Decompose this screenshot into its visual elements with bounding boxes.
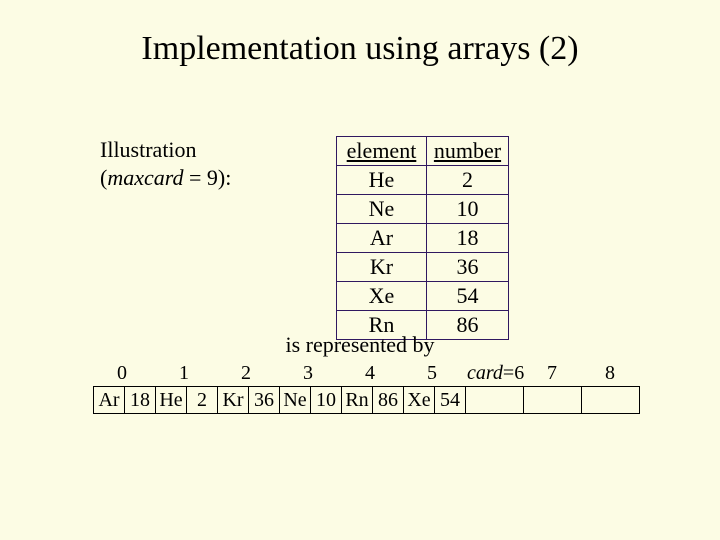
cell-number: 10 (427, 195, 509, 224)
array-diagram: 0 1 2 3 4 5 card=6 7 8 Ar18 He2 Kr36 Ne1… (93, 362, 640, 414)
cell-element: Ar (337, 224, 427, 253)
col-header-element: element (337, 137, 427, 166)
cell-el: Ar (94, 387, 125, 413)
array-cell: Rn86 (342, 387, 404, 413)
slide: Implementation using arrays (2) Illustra… (0, 0, 720, 540)
cell-num: 2 (187, 387, 217, 413)
represented-by-label: is represented by (0, 332, 720, 358)
cell-element: Xe (337, 282, 427, 311)
cell-element: He (337, 166, 427, 195)
array-cell: Xe54 (404, 387, 466, 413)
array-cell: Ne10 (280, 387, 342, 413)
array-cell-empty (582, 387, 640, 413)
array-cells: Ar18 He2 Kr36 Ne10 Rn86 Xe54 (93, 386, 640, 414)
slide-title: Implementation using arrays (2) (0, 30, 720, 68)
element-number-table: element number He2 Ne10 Ar18 Kr36 Xe54 R… (336, 136, 509, 340)
maxcard-value: 9 (207, 165, 218, 190)
array-index: 7 (547, 362, 557, 385)
array-index: 3 (303, 362, 313, 385)
array-cell: Kr36 (218, 387, 280, 413)
cell-el: Rn (342, 387, 373, 413)
cell-number: 18 (427, 224, 509, 253)
array-index: 1 (179, 362, 189, 385)
array-cell: He2 (156, 387, 218, 413)
array-index: 2 (241, 362, 251, 385)
cell-number: 54 (427, 282, 509, 311)
illustration-caption: Illustration (maxcard = 9): (100, 136, 231, 191)
cell-number: 36 (427, 253, 509, 282)
cell-el: He (156, 387, 187, 413)
array-index-row: 0 1 2 3 4 5 card=6 7 8 (93, 362, 640, 384)
cell-element: Kr (337, 253, 427, 282)
cell-number: 2 (427, 166, 509, 195)
array-index: 0 (117, 362, 127, 385)
cell-num: 18 (125, 387, 155, 413)
cell-element: Ne (337, 195, 427, 224)
col-header-number: number (427, 137, 509, 166)
array-cell-card (466, 387, 524, 413)
illustration-line2: (maxcard = 9): (100, 165, 231, 190)
cell-num: 36 (249, 387, 279, 413)
array-cell: Ar18 (94, 387, 156, 413)
cell-el: Xe (404, 387, 435, 413)
array-index: 8 (605, 362, 615, 385)
array-index: 4 (365, 362, 375, 385)
array-cell-empty (524, 387, 582, 413)
illustration-line1: Illustration (100, 137, 197, 162)
cell-num: 10 (311, 387, 341, 413)
card-label: card=6 (467, 362, 524, 385)
cell-num: 86 (373, 387, 403, 413)
maxcard-word: maxcard (107, 165, 183, 190)
cell-el: Kr (218, 387, 249, 413)
array-index: 5 (427, 362, 437, 385)
cell-num: 54 (435, 387, 465, 413)
cell-el: Ne (280, 387, 311, 413)
